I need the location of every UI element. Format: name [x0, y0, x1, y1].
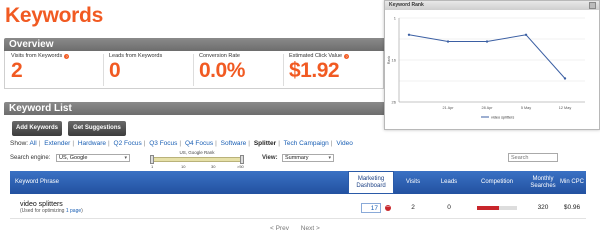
filter-all[interactable]: All	[30, 140, 37, 147]
data-point	[563, 77, 567, 80]
overview-stats: Visits from Keywords? 2 Leads from Keywo…	[4, 51, 384, 89]
rank-slider-caption: US, Google Rank	[179, 150, 215, 155]
filter-q3-focus[interactable]: Q3 Focus	[149, 140, 177, 147]
filter-tech-campaign[interactable]: Tech Campaign	[284, 140, 329, 147]
dashboard-value[interactable]: 17	[361, 202, 381, 213]
info-icon[interactable]: ?	[64, 53, 70, 59]
y-tick-label: 1	[394, 16, 397, 21]
rank-slider-handle-min[interactable]	[150, 155, 154, 164]
view-select[interactable]: Summary	[282, 154, 334, 162]
add-keywords-button[interactable]: Add Keywords	[12, 121, 62, 136]
filter-software[interactable]: Software	[221, 140, 247, 147]
keyword-phrase-cell: video splitters (Used for optimizing 1 p…	[20, 196, 83, 219]
data-point	[524, 33, 528, 36]
filter-q2-focus[interactable]: Q2 Focus	[114, 140, 142, 147]
legend-label: video splitters	[491, 116, 514, 120]
divider	[103, 54, 104, 86]
filter-extender[interactable]: Extender	[44, 140, 70, 147]
close-icon[interactable]	[589, 2, 596, 9]
dashboard-cell: 17 –	[354, 196, 398, 219]
stat-value: 0.0%	[199, 59, 245, 82]
x-tick-label: 28 Apr	[482, 106, 494, 110]
filter-hardware[interactable]: Hardware	[78, 140, 106, 147]
cpc-cell: $0.96	[563, 204, 581, 211]
col-competition[interactable]: Competition	[468, 171, 526, 194]
col-visits[interactable]: Visits	[398, 171, 428, 194]
searches-cell: 320	[537, 204, 549, 211]
rank-slider-handle-max[interactable]	[240, 155, 244, 164]
filter-splitter[interactable]: Splitter	[254, 140, 276, 147]
prev-page-link[interactable]: < Prev	[270, 225, 289, 232]
col-marketing-dashboard[interactable]: Marketing Dashboard	[348, 171, 394, 194]
keyword-phrase: video splitters	[20, 201, 63, 208]
rank-chart: 1 16 26 Rank 21 Apr 28 Apr 5 May 12 May video sp…	[387, 16, 585, 120]
rank-tick: 30	[211, 164, 216, 169]
col-monthly-searches[interactable]: Monthly Searches	[528, 171, 558, 194]
divider	[193, 54, 194, 86]
popup-title: Keyword Rank	[385, 1, 599, 10]
keyword-usage: (Used for optimizing 1 page)	[20, 208, 83, 214]
x-tick-label: 12 May	[559, 106, 572, 110]
rank-tick: 1	[151, 164, 154, 169]
data-point	[407, 33, 411, 36]
divider	[283, 54, 284, 86]
filter-row: Show: All | Extender | Hardware | Q2 Focus |…	[10, 140, 353, 147]
view-label: View:	[262, 155, 278, 161]
x-tick-label: 21 Apr	[443, 106, 455, 110]
get-suggestions-button[interactable]: Get Suggestions	[68, 121, 126, 136]
table-row: video splitters (Used for optimizing 1 p…	[10, 196, 586, 219]
leads-cell: 0	[447, 204, 451, 211]
usage-prefix: (Used for optimizing	[20, 208, 65, 214]
info-icon[interactable]: ?	[344, 53, 350, 59]
pagination: < Prev Next >	[270, 225, 330, 232]
visits-cell: 2	[411, 204, 415, 211]
keywords-page: Keywords Overview Visits from Keywords? …	[0, 0, 600, 246]
rank-tick: >50	[237, 164, 244, 169]
filter-video[interactable]: Video	[336, 140, 353, 147]
rank-slider-track[interactable]	[152, 157, 242, 162]
x-tick-label: 5 May	[521, 106, 531, 110]
stat-conversion: Conversion Rate 0.0%	[199, 53, 245, 87]
y-tick-label: 16	[392, 58, 397, 63]
rank-slider[interactable]: US, Google Rank 1 10 30 >50	[148, 150, 246, 172]
y-axis-label: Rank	[387, 56, 391, 64]
remove-icon[interactable]: –	[385, 204, 391, 211]
search-input[interactable]	[508, 153, 558, 162]
stat-value: 0	[109, 59, 121, 82]
usage-page-link[interactable]: 1 page	[66, 208, 81, 214]
stat-visits: Visits from Keywords? 2	[11, 53, 70, 87]
data-point	[446, 40, 450, 43]
col-min-cpc[interactable]: Min CPC	[558, 171, 586, 194]
filter-q4-focus[interactable]: Q4 Focus	[185, 140, 213, 147]
competition-cell	[468, 196, 526, 219]
usage-suffix: )	[81, 208, 83, 214]
y-tick-label: 26	[392, 100, 397, 105]
col-leads[interactable]: Leads	[434, 171, 464, 194]
keyword-rank-popup: Keyword Rank 1 16 26 Rank 21 Apr 28 Apr 5 May 1…	[384, 0, 600, 130]
competition-bar-fill	[477, 205, 499, 210]
stat-leads: Leads from Keywords 0	[109, 53, 162, 87]
col-keyword-phrase[interactable]: Keyword Phrase	[15, 171, 155, 194]
table-header: Keyword Phrase Marketing Dashboard Visit…	[10, 171, 586, 194]
competition-bar	[477, 205, 517, 210]
stat-value: $1.92	[289, 59, 340, 82]
search-engine-label: Search engine:	[10, 155, 51, 161]
page-title: Keywords	[5, 4, 103, 27]
data-point	[485, 40, 489, 43]
show-label: Show:	[10, 140, 29, 147]
stat-click-value: Estimated Click Value? $1.92	[289, 53, 350, 87]
search-engine-select[interactable]: US, Google	[56, 154, 130, 162]
rank-tick: 10	[181, 164, 186, 169]
next-page-link[interactable]: Next >	[301, 225, 320, 232]
stat-value: 2	[11, 59, 23, 82]
